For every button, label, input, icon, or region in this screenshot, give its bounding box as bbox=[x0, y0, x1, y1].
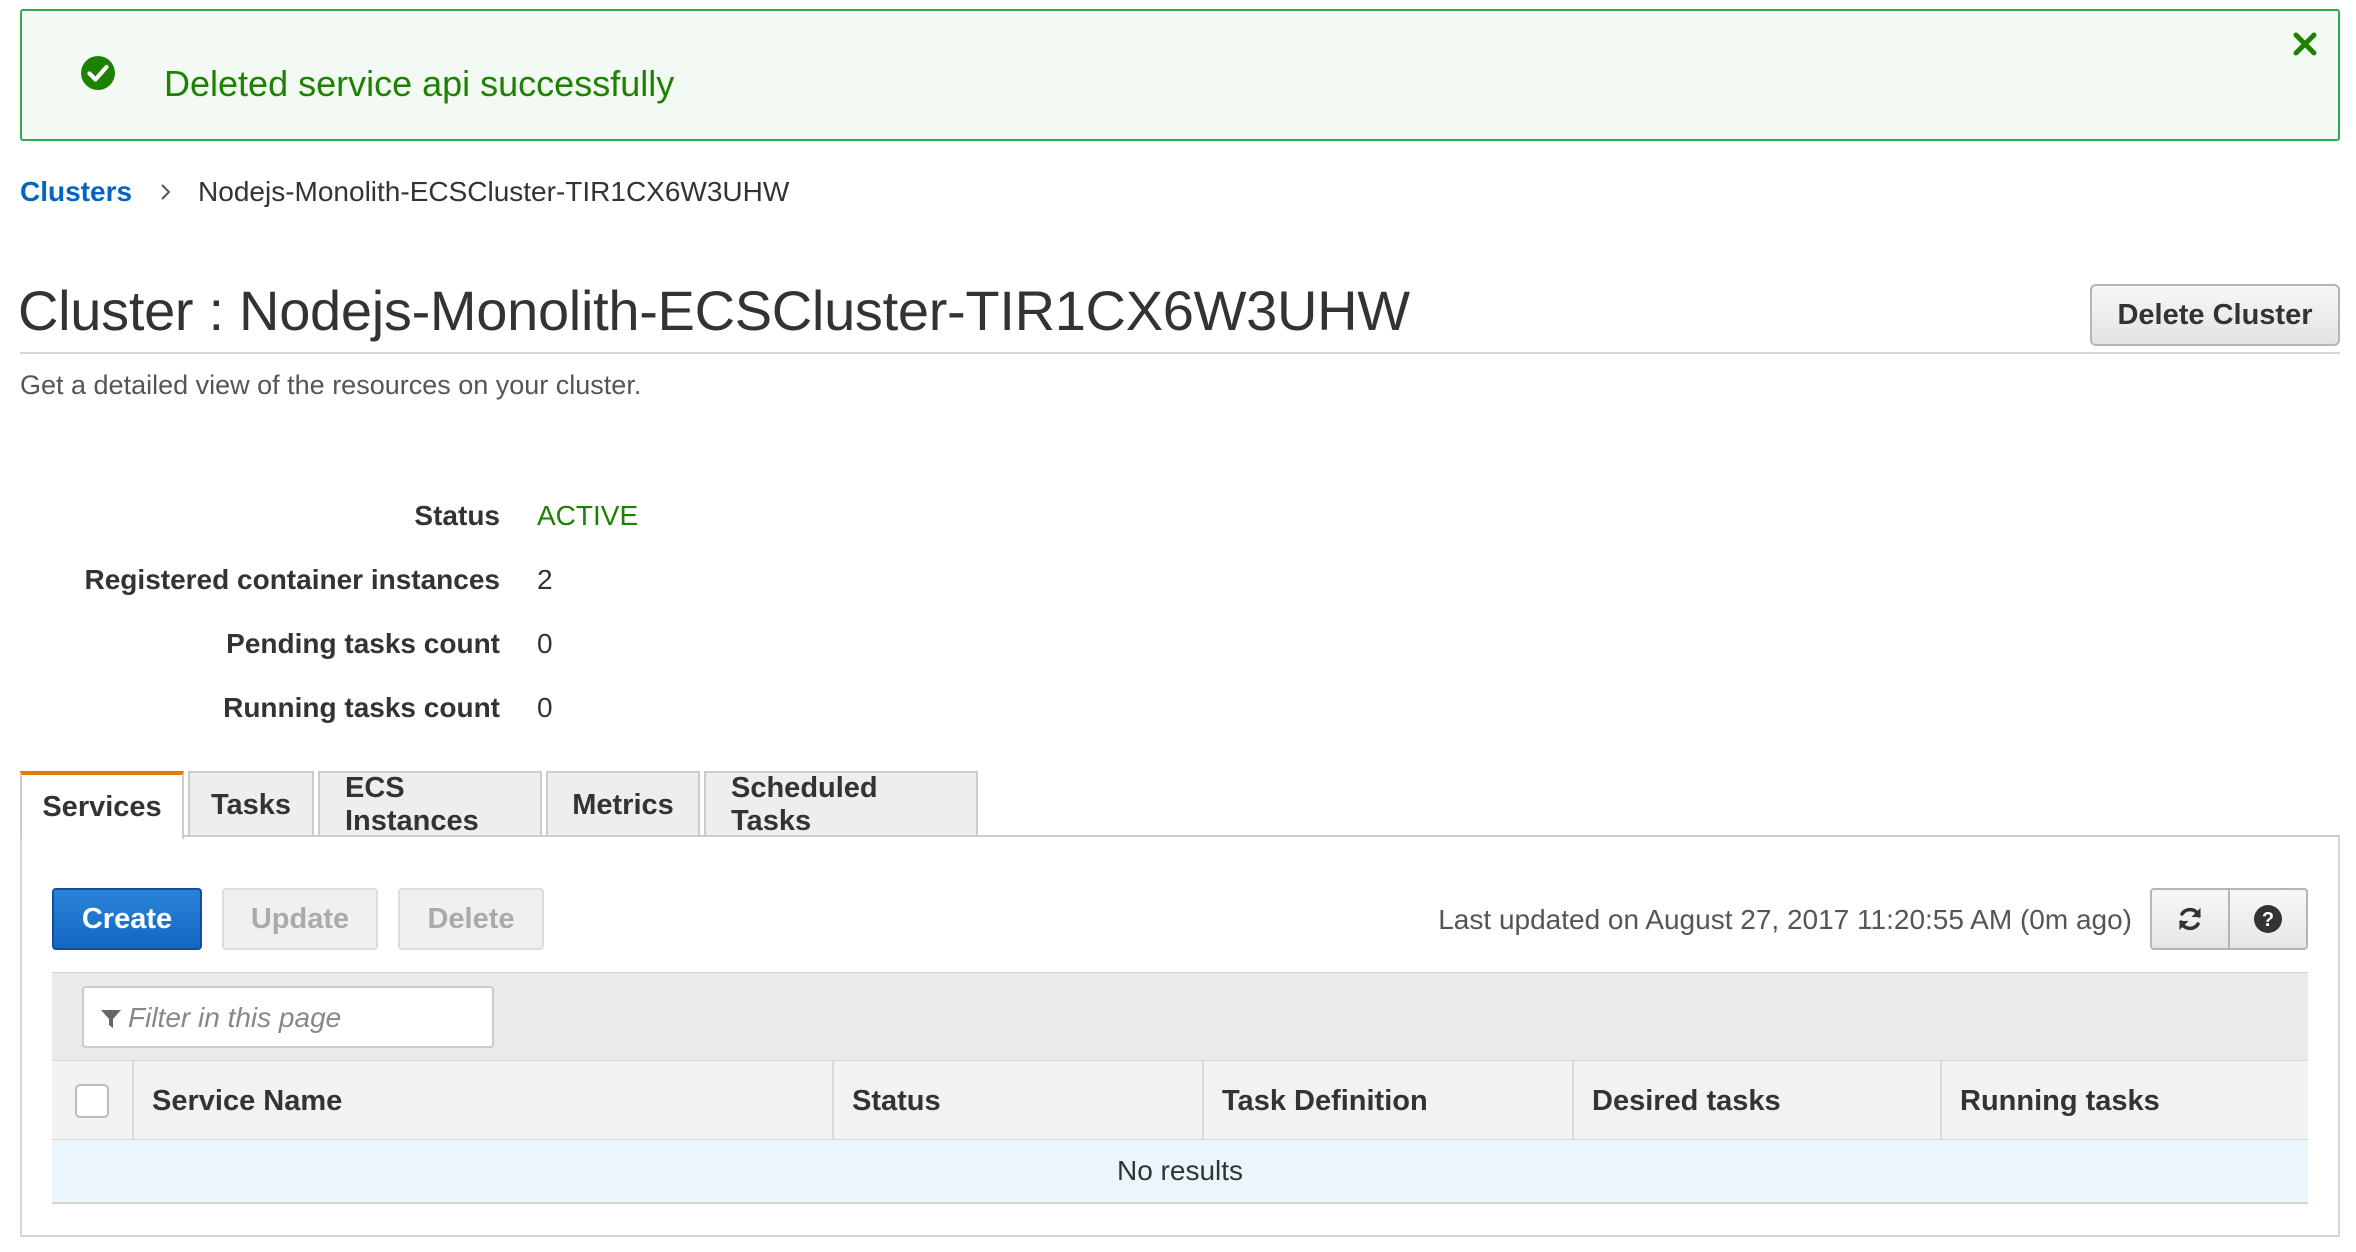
detail-row-pending-tasks: Pending tasks count 0 bbox=[0, 628, 900, 668]
column-header-running-tasks[interactable]: Running tasks bbox=[1940, 1061, 2308, 1141]
services-table-header: Service Name Status Task Definition Desi… bbox=[52, 1060, 2308, 1141]
update-button[interactable]: Update bbox=[222, 888, 378, 950]
flash-message: Deleted service api successfully bbox=[164, 63, 675, 104]
check-circle-icon bbox=[81, 56, 115, 90]
create-button[interactable]: Create bbox=[52, 888, 202, 950]
tab-services[interactable]: Services bbox=[20, 771, 184, 839]
detail-label: Status bbox=[414, 500, 500, 531]
chevron-right-icon bbox=[161, 184, 171, 200]
select-all-cell bbox=[52, 1061, 132, 1141]
detail-row-running-tasks: Running tasks count 0 bbox=[0, 692, 900, 732]
filter-input[interactable] bbox=[128, 996, 488, 1040]
column-header-task-definition[interactable]: Task Definition bbox=[1202, 1061, 1572, 1141]
column-header-status[interactable]: Status bbox=[832, 1061, 1202, 1141]
tab-scheduled-tasks[interactable]: Scheduled Tasks bbox=[704, 771, 978, 837]
refresh-button[interactable] bbox=[2150, 888, 2230, 950]
title-divider bbox=[20, 352, 2340, 354]
detail-label: Registered container instances bbox=[84, 564, 500, 595]
tab-metrics[interactable]: Metrics bbox=[546, 771, 700, 837]
no-results-row: No results bbox=[52, 1140, 2308, 1204]
delete-button[interactable]: Delete bbox=[398, 888, 544, 950]
detail-value: 0 bbox=[537, 692, 553, 723]
detail-row-status: Status ACTIVE bbox=[0, 500, 900, 540]
refresh-icon bbox=[2179, 907, 2201, 931]
filter-field[interactable] bbox=[82, 986, 494, 1048]
detail-row-registered-instances: Registered container instances 2 bbox=[0, 564, 900, 604]
cluster-tabs: Services Tasks ECS Instances Metrics Sch… bbox=[20, 771, 982, 839]
status-value: ACTIVE bbox=[537, 500, 639, 531]
tab-tasks[interactable]: Tasks bbox=[188, 771, 314, 837]
detail-label: Running tasks count bbox=[223, 692, 500, 723]
select-all-checkbox[interactable] bbox=[75, 1084, 109, 1118]
detail-label: Pending tasks count bbox=[226, 628, 500, 659]
delete-cluster-button[interactable]: Delete Cluster bbox=[2090, 284, 2340, 346]
last-updated-text: Last updated on August 27, 2017 11:20:55… bbox=[1438, 904, 2132, 935]
filter-icon bbox=[101, 1010, 121, 1028]
column-header-desired-tasks[interactable]: Desired tasks bbox=[1572, 1061, 1940, 1141]
success-flash-banner: Deleted service api successfully bbox=[20, 9, 2340, 141]
svg-text:?: ? bbox=[2262, 909, 2274, 931]
breadcrumb-current: Nodejs-Monolith-ECSCluster-TIR1CX6W3UHW bbox=[198, 176, 790, 207]
tab-ecs-instances[interactable]: ECS Instances bbox=[318, 771, 542, 837]
breadcrumb: Clusters Nodejs-Monolith-ECSCluster-TIR1… bbox=[20, 176, 789, 208]
column-header-service-name[interactable]: Service Name bbox=[132, 1061, 832, 1141]
detail-value: 2 bbox=[537, 564, 553, 595]
detail-value: 0 bbox=[537, 628, 553, 659]
page-subtitle: Get a detailed view of the resources on … bbox=[20, 370, 642, 400]
filter-bar bbox=[52, 972, 2308, 1060]
breadcrumb-clusters-link[interactable]: Clusters bbox=[20, 176, 132, 208]
close-icon[interactable] bbox=[2290, 29, 2320, 59]
help-button[interactable]: ? bbox=[2228, 888, 2308, 950]
help-icon: ? bbox=[2254, 905, 2282, 933]
page-title: Cluster : Nodejs-Monolith-ECSCluster-TIR… bbox=[18, 279, 1410, 342]
